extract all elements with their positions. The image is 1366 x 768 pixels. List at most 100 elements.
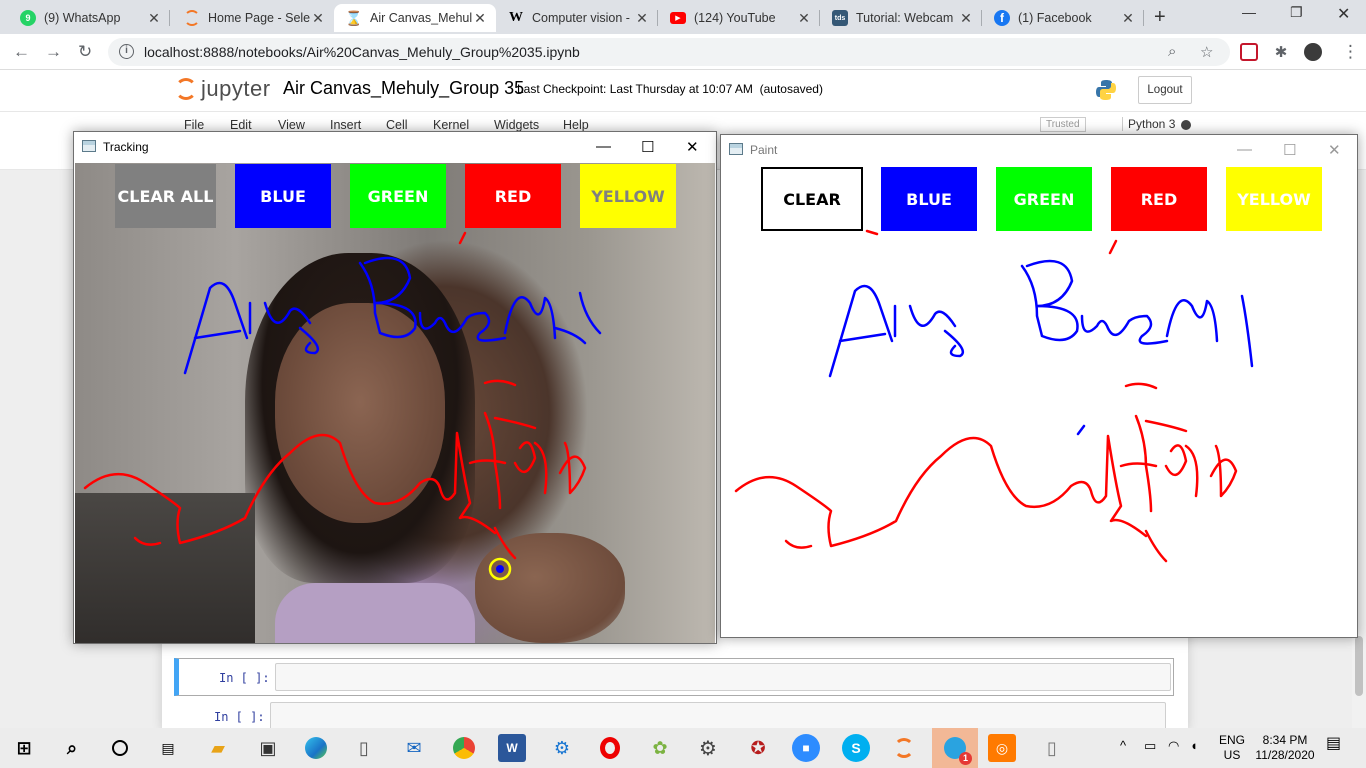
tab-webcam-tutorial[interactable]: tds Tutorial: Webcam ✕ [820,4,982,32]
chrome-icon[interactable] [450,734,478,762]
menu-file[interactable]: File [184,118,204,132]
profile-avatar[interactable] [1304,43,1322,61]
menu-view[interactable]: View [278,118,305,132]
task-view-icon[interactable]: ▤ [154,734,182,762]
notification-center-icon[interactable]: ▤ [1326,736,1341,752]
notebook-name[interactable]: Air Canvas_Mehuly_Group 35 [283,78,524,99]
battery-icon[interactable]: ▭ [1144,738,1156,753]
paint-window[interactable]: Paint — ☐ ✕ CLEAR BLUE GREEN RED YELLOW [720,134,1358,638]
reload-icon[interactable]: ↻ [78,42,92,62]
jupyter-taskbar-icon[interactable] [890,734,918,762]
red-button[interactable]: RED [1111,167,1207,231]
restore-icon[interactable]: ❐ [1290,4,1303,21]
menu-kernel[interactable]: Kernel [433,118,469,132]
minimize-icon[interactable]: — [1242,4,1256,20]
webcam-feed [75,163,715,643]
new-tab-button[interactable]: + [1154,6,1166,29]
tracking-window[interactable]: Tracking — ☐ ✕ CLEAR ALL BLUE GREEN RED [73,131,717,644]
settings-gear-icon[interactable]: ⚙ [694,734,722,762]
close-tab-icon[interactable]: ✕ [310,10,326,27]
yellow-button[interactable]: YELLOW [1226,167,1322,231]
close-tab-icon[interactable]: ✕ [796,10,812,27]
wifi-icon[interactable]: ◠ [1168,738,1179,753]
close-tab-icon[interactable]: ✕ [1120,10,1136,27]
red-button[interactable]: RED [465,164,561,228]
close-icon[interactable]: ✕ [686,138,699,156]
green-button[interactable]: GREEN [350,164,446,228]
search-icon[interactable]: ⌕ [58,734,86,762]
tray-chevron-icon[interactable]: ^ [1120,738,1126,753]
clear-button[interactable]: CLEAR [761,167,863,231]
edge-icon[interactable] [302,734,330,762]
file-explorer-icon[interactable]: ▰ [204,734,232,762]
minimize-icon[interactable]: — [596,138,611,155]
jupyter-logo[interactable]: jupyter [175,76,271,102]
minimize-icon[interactable]: — [1237,141,1252,158]
close-tab-icon[interactable]: ✕ [634,10,650,27]
trusted-badge[interactable]: Trusted [1040,117,1086,132]
mail-icon[interactable]: ✉ [400,734,428,762]
paint-canvas[interactable] [722,166,1356,636]
zoom-icon[interactable]: ⌕ [1168,43,1176,60]
clock[interactable]: 8:34 PM 11/28/2020 [1252,733,1318,763]
code-input[interactable] [270,702,1166,730]
url-text[interactable]: localhost:8888/notebooks/Air%20Canvas_Me… [144,44,580,60]
green-button[interactable]: GREEN [996,167,1092,231]
store-icon[interactable]: ▣ [254,734,282,762]
maximize-icon[interactable]: ☐ [641,138,654,156]
maximize-icon[interactable]: ☐ [1283,141,1296,159]
extension-shield-icon[interactable] [1240,43,1258,61]
screen-recorder-icon[interactable]: ◎ [988,734,1016,762]
blue-button[interactable]: BLUE [235,164,331,228]
jupyter-icon [184,10,200,26]
telegram-icon[interactable]: 1 [932,728,978,768]
zoom-app-icon[interactable]: ■ [792,734,820,762]
bookmark-star-icon[interactable]: ☆ [1200,43,1213,61]
ubuntu-icon[interactable]: ✪ [744,734,772,762]
back-arrow-icon[interactable]: ← [13,42,30,62]
tab-computer-vision[interactable]: W Computer vision - ✕ [496,4,658,32]
tab-facebook[interactable]: f (1) Facebook ✕ [982,4,1144,32]
menu-edit[interactable]: Edit [230,118,252,132]
tab-whatsapp[interactable]: 9 (9) WhatsApp ✕ [8,4,170,32]
menu-cell[interactable]: Cell [386,118,408,132]
document-icon[interactable]: ▯ [350,734,378,762]
menu-widgets[interactable]: Widgets [494,118,539,132]
clear-all-button[interactable]: CLEAR ALL [115,164,216,228]
menu-insert[interactable]: Insert [330,118,361,132]
menu-help[interactable]: Help [563,118,589,132]
omnibox[interactable]: i localhost:8888/notebooks/Air%20Canvas_… [108,38,1230,66]
cortana-icon[interactable] [106,734,134,762]
opera-icon[interactable] [596,734,624,762]
close-window-icon[interactable]: ✕ [1337,4,1350,24]
close-tab-icon[interactable]: ✕ [958,10,974,27]
site-info-icon[interactable]: i [119,44,134,59]
browser-menu-icon[interactable]: ⋮ [1342,42,1359,62]
window-title: Tracking [103,140,149,154]
tracking-title-bar[interactable]: Tracking — ☐ ✕ [74,132,716,162]
blue-button[interactable]: BLUE [881,167,977,231]
tab-title: Tutorial: Webcam [856,11,954,25]
notepad-icon[interactable]: ▯ [1038,734,1066,762]
code-input[interactable] [275,663,1171,691]
tab-youtube[interactable]: ▶ (124) YouTube ✕ [658,4,820,32]
volume-icon[interactable]: ◖ [1190,738,1198,753]
start-windows-icon[interactable]: ⊞ [10,734,38,762]
tab-title: Air Canvas_Mehuly [370,11,472,25]
language-indicator[interactable]: ENG US [1218,733,1246,763]
paint-title-bar[interactable]: Paint — ☐ ✕ [721,135,1357,165]
extensions-puzzle-icon[interactable]: ✱ [1272,43,1290,61]
anaconda-icon[interactable]: ✿ [646,734,674,762]
skype-icon[interactable]: S [842,734,870,762]
tab-air-canvas[interactable]: ⌛ Air Canvas_Mehuly ✕ [334,4,496,32]
logout-button[interactable]: Logout [1138,76,1192,104]
close-icon[interactable]: ✕ [1328,141,1341,159]
word-icon[interactable]: W [498,734,526,762]
yellow-button[interactable]: YELLOW [580,164,676,228]
close-tab-icon[interactable]: ✕ [472,10,488,27]
code-cell[interactable]: In [ ]: [174,658,1174,696]
forward-arrow-icon[interactable]: → [45,42,62,62]
control-panel-icon[interactable]: ⚙ [548,734,576,762]
tab-home-page[interactable]: Home Page - Sele ✕ [172,4,334,32]
close-tab-icon[interactable]: ✕ [146,10,162,27]
